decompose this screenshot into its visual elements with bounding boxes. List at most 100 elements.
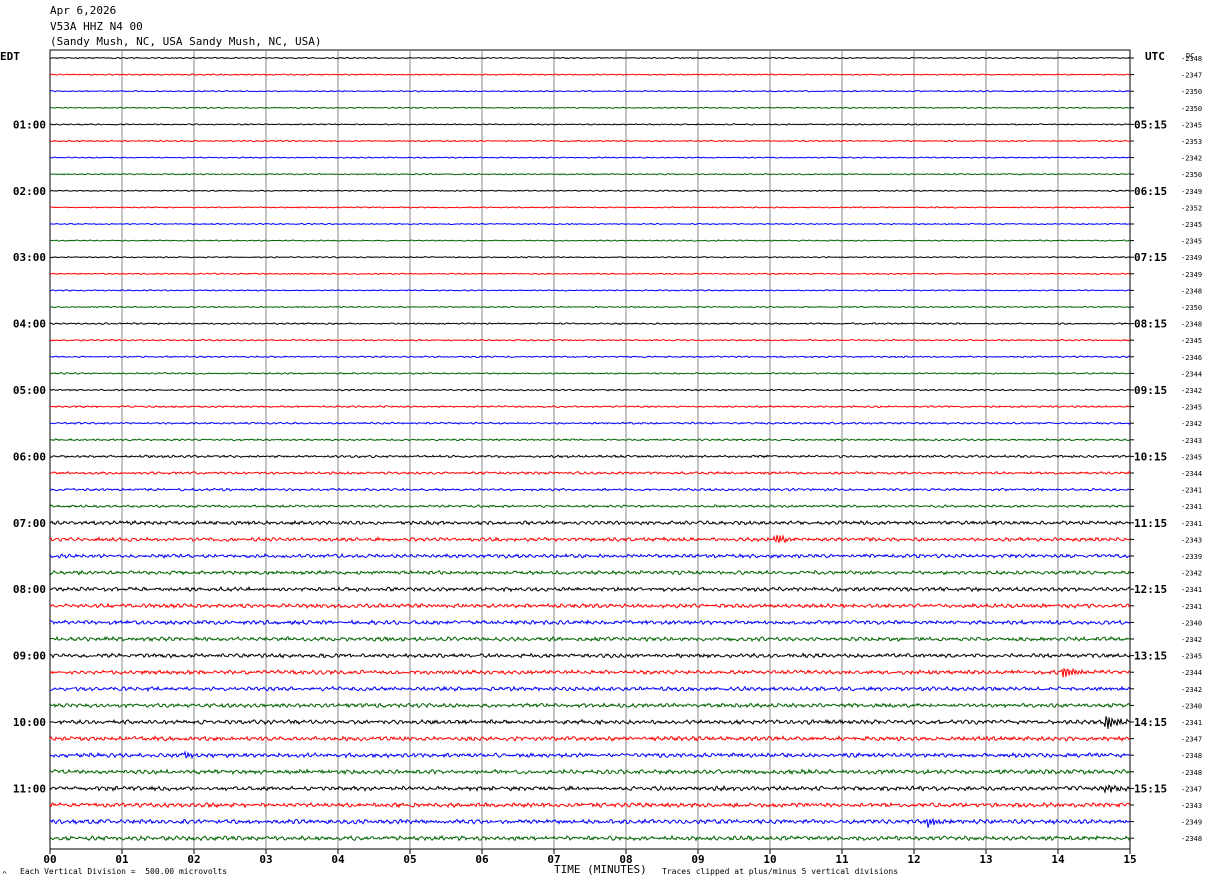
x-tick-label: 11 [835, 853, 849, 866]
scale-note: Each Vertical Division = 500.00 microvol… [20, 867, 228, 876]
seismic-trace [49, 206, 1131, 209]
dc-value-label: -2341 [1181, 603, 1202, 611]
x-axis-title: TIME (MINUTES) [554, 863, 647, 876]
seismic-trace [49, 272, 1131, 276]
seismic-trace [49, 355, 1131, 359]
dc-value-label: -2350 [1181, 88, 1202, 96]
seismic-trace [49, 783, 1131, 795]
seismic-trace [49, 702, 1131, 709]
dc-value-label: -2350 [1181, 304, 1202, 312]
right-hour-label: 05:15 [1134, 118, 1167, 131]
trace-group [49, 56, 1131, 842]
dc-value-label: -2341 [1181, 487, 1202, 495]
dc-value-label: -2349 [1181, 271, 1202, 279]
dc-value-label: -2348 [1181, 835, 1202, 843]
dc-value-label: -2342 [1181, 570, 1202, 578]
seismic-trace [49, 56, 1131, 60]
seismic-trace [49, 372, 1131, 375]
seismic-trace [49, 569, 1131, 576]
dc-value-label: -2339 [1181, 553, 1202, 561]
seismic-trace [49, 834, 1131, 842]
dc-value-label: -2349 [1181, 188, 1202, 196]
seismic-trace [49, 635, 1131, 643]
dc-value-label: -2343 [1181, 437, 1202, 445]
seismic-trace [49, 602, 1131, 609]
seismic-trace [49, 619, 1131, 626]
right-hour-label: 10:15 [1134, 450, 1167, 463]
x-tick-label: 10 [763, 853, 776, 866]
seismic-trace [49, 322, 1131, 326]
right-hour-label: 06:15 [1134, 185, 1167, 198]
dc-value-label: -2341 [1181, 503, 1202, 511]
left-hour-label: 05:00 [13, 384, 46, 397]
dc-value-label: -2350 [1181, 171, 1202, 179]
seismic-trace [49, 652, 1131, 659]
seismic-trace [49, 222, 1131, 226]
x-tick-label: 13 [979, 853, 992, 866]
seismic-trace [49, 454, 1131, 459]
seismic-trace [49, 817, 1131, 828]
seismic-trace [49, 289, 1131, 292]
helicorder-plot: 00 01 02 03 04 05 06 07 08 09 10 11 12 13 14 15EDT UTC DC… [0, 49, 1202, 866]
seismic-trace [49, 735, 1131, 743]
seismic-trace [49, 421, 1131, 425]
dc-value-label: -2340 [1181, 702, 1202, 710]
seismic-trace [49, 123, 1131, 126]
seismic-trace [49, 750, 1131, 760]
seismic-trace [49, 239, 1131, 242]
right-hour-label: 07:15 [1134, 251, 1167, 264]
dc-value-label: -2344 [1181, 370, 1202, 378]
seismic-trace [49, 470, 1131, 476]
seismic-trace [49, 504, 1131, 509]
dc-value-label: -2342 [1181, 420, 1202, 428]
seismic-trace [49, 338, 1131, 342]
left-hour-label: 11:00 [13, 782, 46, 795]
right-hour-label: 15:15 [1134, 782, 1167, 795]
dc-value-label: -2341 [1181, 586, 1202, 594]
right-timezone-label: UTC [1145, 50, 1165, 63]
dc-value-label: -2345 [1181, 121, 1202, 129]
dc-value-label: -2347 [1181, 785, 1202, 793]
x-tick-label: 05 [403, 853, 416, 866]
dc-value-label: -2348 [1181, 55, 1202, 63]
dc-value-label: -2345 [1181, 453, 1202, 461]
left-hour-label: 10:00 [13, 716, 46, 729]
dc-value-label: -2346 [1181, 354, 1202, 362]
dc-value-label: -2344 [1181, 669, 1202, 677]
seismic-trace [49, 685, 1131, 693]
dc-value-label: -2342 [1181, 686, 1202, 694]
corner-mark: ^ [2, 870, 7, 879]
dc-value-label: -2342 [1181, 387, 1202, 395]
dc-value-label: -2352 [1181, 204, 1202, 212]
seismic-trace [49, 585, 1131, 593]
seismic-trace [49, 256, 1131, 259]
dc-value-label: -2349 [1181, 254, 1202, 262]
left-timezone-label: EDT [0, 50, 20, 63]
seismic-trace [49, 172, 1131, 176]
dc-value-label: -2348 [1181, 769, 1202, 777]
dc-value-label: -2349 [1181, 819, 1202, 827]
dc-value-label: -2341 [1181, 719, 1202, 727]
x-tick-label: 12 [907, 853, 920, 866]
left-hour-label: 04:00 [13, 318, 46, 331]
x-tick-label: 02 [187, 853, 200, 866]
dc-value-label: -2348 [1181, 752, 1202, 760]
right-hour-label: 11:15 [1134, 517, 1167, 530]
x-tick-label: 00 [43, 853, 56, 866]
x-tick-label: 03 [259, 853, 272, 866]
dc-value-label: -2344 [1181, 470, 1202, 478]
seismic-trace [49, 305, 1131, 309]
dc-value-label: -2340 [1181, 619, 1202, 627]
dc-value-label: -2348 [1181, 321, 1202, 329]
dc-value-label: -2345 [1181, 337, 1202, 345]
dc-value-label: -2345 [1181, 653, 1202, 661]
right-hour-label: 12:15 [1134, 583, 1167, 596]
seismic-trace [49, 139, 1131, 143]
right-hour-label: 13:15 [1134, 650, 1167, 663]
seismic-trace [49, 404, 1131, 409]
right-hour-label: 09:15 [1134, 384, 1167, 397]
seismic-trace [49, 89, 1131, 93]
seismic-trace [49, 388, 1131, 392]
seismic-trace [49, 106, 1131, 110]
left-hour-label: 02:00 [13, 185, 46, 198]
